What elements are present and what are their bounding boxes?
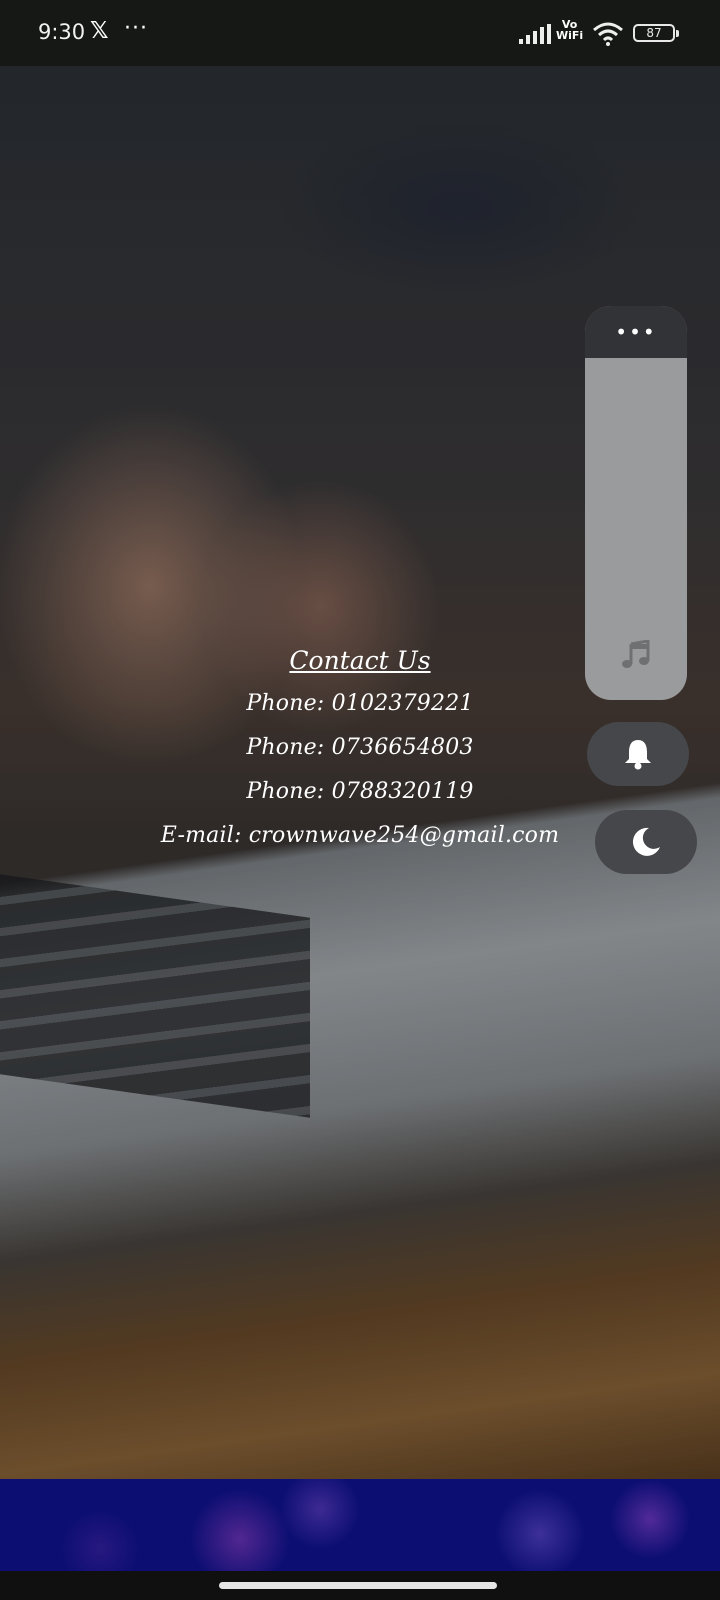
bottom-banner-image [0,1479,720,1571]
dark-mode-button[interactable] [595,810,697,874]
side-panel-header[interactable]: ••• [585,306,687,358]
vowifi-icon: Vo WiFi [556,18,584,42]
battery-icon: 87 [633,24,679,42]
floating-side-panel[interactable]: ••• [585,306,687,700]
music-note-icon[interactable] [621,640,651,670]
status-bar: 9:30 𝕏 ··· Vo WiFi 87 [0,0,720,66]
status-time: 9:30 [38,20,86,44]
notification-button[interactable] [587,722,689,786]
bell-icon [625,740,651,770]
more-notifications-icon: ··· [124,16,148,41]
signal-icon [519,24,551,44]
more-icon[interactable]: ••• [585,320,687,344]
moon-icon [632,827,660,856]
wifi-icon [593,22,623,46]
x-app-icon: 𝕏 [90,18,109,44]
home-indicator[interactable] [219,1582,497,1589]
